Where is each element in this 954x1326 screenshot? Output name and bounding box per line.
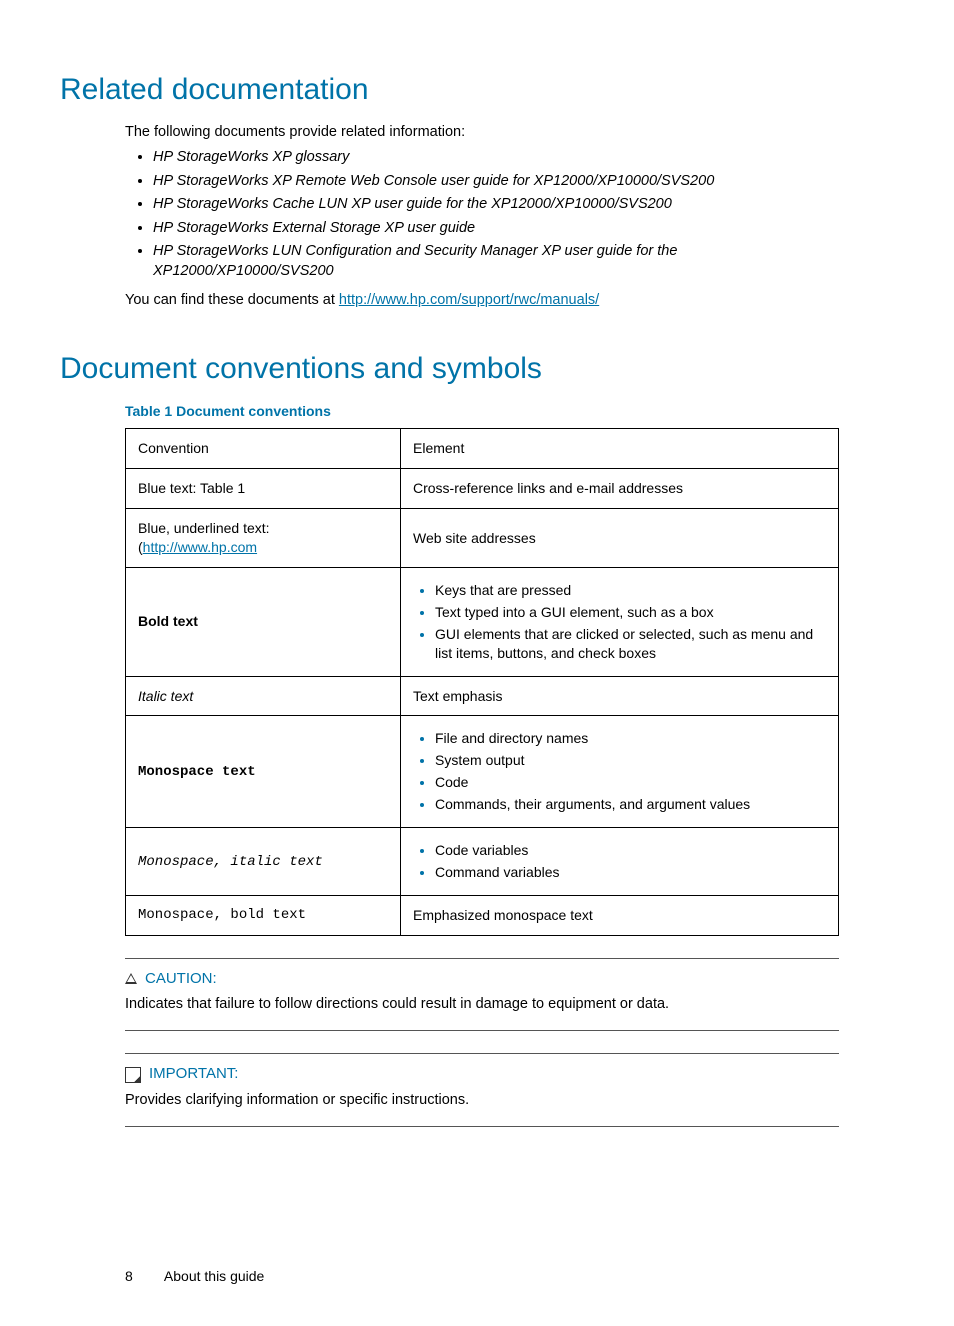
text: Table 1 [200,480,245,496]
cell: Cross-reference links and e-mail address… [401,469,839,509]
page-number: 8 [125,1268,133,1284]
mono-text: Monospace text [138,764,256,780]
hp-link[interactable]: http://www.hp.com [143,539,257,555]
manuals-link[interactable]: http://www.hp.com/support/rwc/manuals/ [339,292,599,308]
related-docs-list: HP StorageWorks XP glossary HP StorageWo… [125,148,839,281]
list-item: File and directory names [435,729,826,748]
page-footer: 8 About this guide [125,1267,839,1286]
cell: Italic text [126,676,401,716]
bold-text: Bold text [138,613,198,629]
cell: Monospace text [126,716,401,828]
list-item: Code variables [435,841,826,860]
outro-text: You can find these documents at http://w… [125,291,839,311]
important-block: IMPORTANT: Provides clarifying informati… [125,1053,839,1127]
cell: Keys that are pressed Text typed into a … [401,567,839,676]
list-item: Keys that are pressed [435,581,826,600]
list-item: HP StorageWorks LUN Configuration and Se… [153,242,839,281]
important-label: IMPORTANT: [149,1064,238,1084]
cell: Monospace, italic text [126,827,401,895]
list-item: System output [435,751,826,770]
list-item: GUI elements that are clicked or selecte… [435,625,826,663]
cell: Text emphasis [401,676,839,716]
cell: Monospace, bold text [126,895,401,935]
caution-block: CAUTION: Indicates that failure to follo… [125,958,839,1032]
text: Blue text: [138,480,200,496]
list-item: HP StorageWorks XP Remote Web Console us… [153,172,839,192]
mono-italic-text: Monospace, italic text [138,854,323,870]
list-item: Commands, their arguments, and argument … [435,795,826,814]
cell: Blue, underlined text: (http://www.hp.co… [126,509,401,568]
section-heading-related: Related documentation [60,70,839,111]
caution-text: Indicates that failure to follow directi… [125,995,839,1015]
table-header-row: Convention Element [126,429,839,469]
section1-body: The following documents provide related … [125,123,839,312]
important-text: Provides clarifying information or speci… [125,1091,839,1111]
cell: File and directory names System output C… [401,716,839,828]
list-item: Text typed into a GUI element, such as a… [435,603,826,622]
section2-body: Table 1 Document conventions Convention … [125,402,839,936]
italic-text: Italic text [138,688,193,704]
cell: Code variables Command variables [401,827,839,895]
table-row: Monospace text File and directory names … [126,716,839,828]
intro-text: The following documents provide related … [125,123,839,143]
cell: Web site addresses [401,509,839,568]
th-convention: Convention [126,429,401,469]
list-item: Code [435,773,826,792]
table-row: Italic text Text emphasis [126,676,839,716]
table-caption: Table 1 Document conventions [125,402,839,421]
footer-title: About this guide [164,1268,264,1284]
outro-pre: You can find these documents at [125,292,339,308]
table-row: Blue, underlined text: (http://www.hp.co… [126,509,839,568]
cell: Bold text [126,567,401,676]
list-item: HP StorageWorks XP glossary [153,148,839,168]
list-item: HP StorageWorks Cache LUN XP user guide … [153,195,839,215]
section-heading-conventions: Document conventions and symbols [60,349,839,390]
cell: Emphasized monospace text [401,895,839,935]
table-row: Monospace, italic text Code variables Co… [126,827,839,895]
table-row: Monospace, bold text Emphasized monospac… [126,895,839,935]
list-item: Command variables [435,863,826,882]
important-icon [125,1067,141,1083]
table-row: Blue text: Table 1 Cross-reference links… [126,469,839,509]
cell: Blue text: Table 1 [126,469,401,509]
th-element: Element [401,429,839,469]
caution-label: CAUTION: [145,969,217,989]
table-row: Bold text Keys that are pressed Text typ… [126,567,839,676]
list-item: HP StorageWorks External Storage XP user… [153,219,839,239]
caution-icon [125,973,137,984]
conventions-table: Convention Element Blue text: Table 1 Cr… [125,428,839,935]
